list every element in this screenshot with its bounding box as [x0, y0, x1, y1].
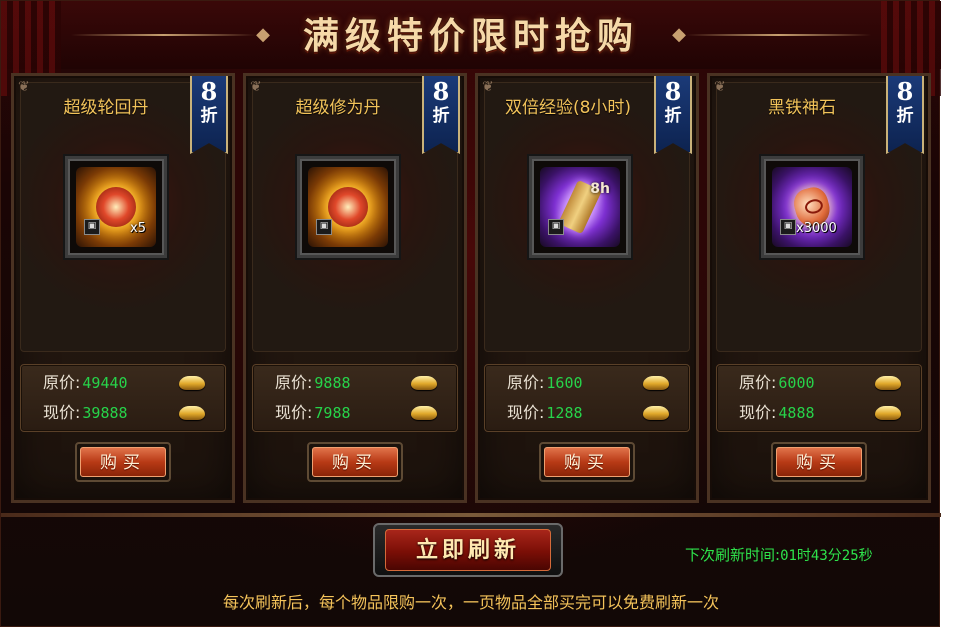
diamond-ornament-icon: ◆	[672, 24, 686, 45]
gold-ingot-icon	[875, 406, 901, 420]
item-name: 超级修为丹	[295, 98, 381, 118]
original-price-label: 原价:	[43, 373, 81, 392]
buy-button-label: 购买	[80, 447, 166, 477]
item-card: ❦ 超级轮回丹 8 折 ▣ x5 原价: 49440 现价: 39888 购买	[11, 73, 235, 503]
buy-button[interactable]: 购买	[307, 442, 403, 482]
current-price-value: 4888	[778, 404, 815, 422]
original-price-value: 6000	[778, 374, 815, 392]
item-slot[interactable]: ▣	[297, 156, 399, 258]
refresh-button-label: 立即刷新	[385, 529, 551, 571]
item-slot[interactable]: 8h ▣	[529, 156, 631, 258]
current-price-row: 现价: 4888	[739, 401, 901, 425]
gold-ingot-icon	[179, 376, 205, 390]
refresh-now-button[interactable]: 立即刷新	[373, 523, 563, 577]
corner-ornament-icon: ❦	[482, 79, 494, 95]
item-name: 黑铁神石	[768, 98, 836, 118]
gold-ingot-icon	[411, 406, 437, 420]
original-price-value: 49440	[82, 374, 128, 392]
item-card: ❦ 黑铁神石 8 折 ▣ x3000 原价: 6000 现价: 4888 购买	[707, 73, 931, 503]
item-slot[interactable]: ▣ x5	[65, 156, 167, 258]
original-price-value: 1600	[546, 374, 583, 392]
price-box: 原价: 1600 现价: 1288	[484, 364, 690, 432]
current-price-row: 现价: 7988	[275, 401, 437, 425]
lock-icon: ▣	[84, 219, 100, 235]
discount-ribbon: 8 折	[422, 76, 460, 154]
timer-value: 01时43分25秒	[780, 548, 873, 564]
discount-ribbon: 8 折	[654, 76, 692, 154]
discount-unit: 折	[432, 106, 450, 126]
discount-number: 8	[432, 77, 450, 106]
current-price-row: 现价: 1288	[507, 401, 669, 425]
original-price-row: 原价: 9888	[275, 371, 437, 395]
item-slot[interactable]: ▣ x3000	[761, 156, 863, 258]
gold-ingot-icon	[875, 376, 901, 390]
pill-icon	[308, 167, 388, 247]
current-price-row: 现价: 39888	[43, 401, 205, 425]
current-price-value: 39888	[82, 404, 128, 422]
original-price-row: 原价: 1600	[507, 371, 669, 395]
refresh-note: 每次刷新后，每个物品限购一次，一页物品全部买完可以免费刷新一次	[222, 593, 719, 612]
original-price-label: 原价:	[275, 373, 313, 392]
page-title: 满级特价限时抢购	[302, 15, 639, 57]
corner-ornament-icon: ❦	[18, 79, 30, 95]
gold-ingot-icon	[411, 376, 437, 390]
item-card: ❦ 超级修为丹 8 折 ▣ 原价: 9888 现价: 7988 购买	[243, 73, 467, 503]
current-price-value: 1288	[546, 404, 583, 422]
buy-button[interactable]: 购买	[539, 442, 635, 482]
original-price-label: 原价:	[507, 373, 545, 392]
timer-label: 下次刷新时间:	[685, 546, 781, 564]
lock-icon: ▣	[780, 219, 796, 235]
corner-ornament-icon: ❦	[250, 79, 262, 95]
lock-icon: ▣	[316, 219, 332, 235]
item-card: ❦ 双倍经验(8小时) 8 折 8h ▣ 原价: 1600 现价: 1288 购买	[475, 73, 699, 503]
current-price-value: 7988	[314, 404, 351, 422]
title-line-right	[686, 34, 871, 36]
discount-ribbon: 8 折	[190, 76, 228, 154]
original-price-value: 9888	[314, 374, 351, 392]
bottom-divider	[1, 513, 941, 517]
discount-number: 8	[896, 77, 914, 106]
item-name: 超级轮回丹	[63, 98, 149, 118]
duration-badge: 8h	[590, 181, 610, 197]
refresh-timer: 下次刷新时间:01时43分25秒	[685, 544, 935, 566]
buy-button-label: 购买	[312, 447, 398, 477]
shop-panel: ◆ ◆ 满级特价限时抢购 ❦ 超级轮回丹 8 折 ▣ x5 原价: 49440 现…	[0, 0, 941, 627]
price-box: 原价: 49440 现价: 39888	[20, 364, 226, 432]
discount-unit: 折	[664, 106, 682, 126]
exp-scroll-icon: 8h	[540, 167, 620, 247]
diamond-ornament-icon: ◆	[256, 24, 270, 45]
discount-unit: 折	[896, 106, 914, 126]
price-box: 原价: 9888 现价: 7988	[252, 364, 458, 432]
corner-ornament-icon: ❦	[714, 79, 726, 95]
item-quantity: x5	[130, 221, 146, 236]
discount-number: 8	[664, 77, 682, 106]
buy-button-label: 购买	[544, 447, 630, 477]
original-price-label: 原价:	[739, 373, 777, 392]
original-price-row: 原价: 6000	[739, 371, 901, 395]
gold-ingot-icon	[179, 406, 205, 420]
gold-ingot-icon	[643, 406, 669, 420]
gold-ingot-icon	[643, 376, 669, 390]
current-price-label: 现价:	[43, 403, 81, 422]
item-quantity: x3000	[796, 221, 837, 236]
current-price-label: 现价:	[739, 403, 777, 422]
discount-ribbon: 8 折	[886, 76, 924, 154]
item-name: 双倍经验(8小时)	[504, 98, 632, 118]
pill-core	[328, 187, 368, 227]
discount-number: 8	[200, 77, 218, 106]
discount-unit: 折	[200, 106, 218, 126]
buy-button[interactable]: 购买	[75, 442, 171, 482]
buy-button[interactable]: 购买	[771, 442, 867, 482]
current-price-label: 现价:	[507, 403, 545, 422]
lock-icon: ▣	[548, 219, 564, 235]
current-price-label: 现价:	[275, 403, 313, 422]
buy-button-label: 购买	[776, 447, 862, 477]
original-price-row: 原价: 49440	[43, 371, 205, 395]
price-box: 原价: 6000 现价: 4888	[716, 364, 922, 432]
title-line-left	[71, 34, 256, 36]
